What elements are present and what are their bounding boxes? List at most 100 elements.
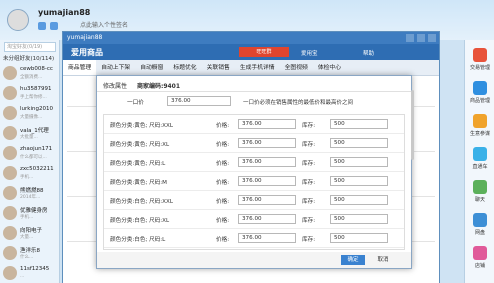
signature[interactable]: 点此输入个性签名 [80,20,128,29]
status-icons [38,22,58,30]
app-label: 聊天 [474,197,485,203]
stock-label: 库存: [302,199,316,205]
sku-stock-input[interactable]: 500 [330,119,388,129]
app-label: 网盘 [474,230,485,236]
contact-status: 大量摄像... [20,115,43,120]
status-icon[interactable] [38,22,46,30]
app-label: 生意参谋 [469,131,490,137]
tab-window[interactable]: 自动橱窗 [135,60,168,75]
app-label: 交易管理 [469,65,490,71]
mail-icon[interactable] [50,22,58,30]
help-link[interactable]: 帮助 [363,49,374,57]
contact-avatar [3,66,17,80]
tab-auto-listing[interactable]: 自动上下架 [96,60,135,75]
contact-avatar [3,126,17,140]
minimize-button[interactable] [406,34,414,42]
sku-stock-input[interactable]: 500 [330,138,388,148]
merchant-code: 商家编码:9401 [136,83,181,90]
contact-name: zxc5032211 [20,166,54,172]
dialog-scrollbar[interactable] [411,90,414,160]
dock-app[interactable]: 直通车 [467,147,493,170]
dock-app[interactable]: 店铺 [467,246,493,269]
sku-price-input[interactable]: 376.00 [238,157,296,167]
group-label[interactable]: 未分组好友(10/114) [3,54,54,62]
sku-row: 颜色分类:黄色; 尺码:L 价格: 376.00 库存: 500 [104,153,404,172]
sku-price-input[interactable]: 376.00 [238,214,296,224]
contact-item[interactable]: lurking2010 大量摄像... [2,104,60,124]
uniform-price-row: 一口价 376.00 一口价必须在销售属性的最低价和最高价之间 [97,96,411,110]
promo-button[interactable]: 旺旺群 [239,47,289,57]
contact-status: 2014年... [20,195,41,200]
uniform-price-label: 一口价 [127,100,144,106]
contact-item[interactable]: cewb008-cc 全额消费... [2,64,60,84]
contact-item[interactable]: zxc5032211 手机... [2,164,60,184]
sku-price-input[interactable]: 376.00 [238,176,296,186]
ok-button[interactable]: 确定 [341,255,365,265]
sku-attr: 颜色分类:白色; 尺码:XL [110,218,170,224]
user-link[interactable]: 爱用宝 [301,49,318,57]
contact-item[interactable]: vala_1代理 大批量... [2,124,60,144]
contacts-panel: 淘宝好友(0/19) 未分组好友(10/114) cewb008-cc 全额消费.… [0,40,60,283]
tab-video[interactable]: 全图视频 [280,60,313,75]
window-title: yumajian88 [63,32,439,44]
sku-price-input[interactable]: 376.00 [238,195,296,205]
desktop: yumajian88 点此输入个性签名 淘宝好友(0/19) 未分组好友(10/… [0,0,494,283]
dock-app[interactable]: 商品管理 [467,81,493,104]
sku-stock-input[interactable]: 500 [330,233,388,243]
app-label: 店铺 [474,263,485,269]
tab-checkup[interactable]: 体检中心 [313,60,346,75]
sku-stock-input[interactable]: 500 [330,157,388,167]
cancel-button[interactable]: 取消 [371,255,395,265]
contact-name: cewb008-cc [20,66,53,72]
app-icon [473,48,487,62]
dock-app[interactable]: 聊天 [467,180,493,203]
maximize-button[interactable] [417,34,425,42]
sku-price-input[interactable]: 376.00 [238,233,296,243]
contact-item[interactable]: 11sf12345... [2,264,60,283]
app-icon [473,246,487,260]
contact-name: 11sf12345 [20,266,50,272]
sku-row: 颜色分类:黄色; 尺码:XL 价格: 376.00 库存: 500 [104,134,404,153]
contact-status: ... [20,274,25,279]
sku-stock-input[interactable]: 500 [330,176,388,186]
contact-group-header[interactable]: 淘宝好友(0/19) [4,42,56,52]
stock-label: 库存: [302,123,316,129]
tab-related-sales[interactable]: 关联销售 [202,60,235,75]
app-label: 直通车 [472,164,488,170]
contact-avatar [3,226,17,240]
contact-item[interactable]: 熊燃燃88 2014年... [2,184,60,204]
dock-app[interactable]: 生意参谋 [467,114,493,137]
sku-row: 颜色分类:黄色; 尺码:XXL 价格: 376.00 库存: 500 [104,115,404,134]
close-button[interactable] [428,34,436,42]
app-icon [473,180,487,194]
contact-item[interactable]: 渔洋乐8 什么... [2,244,60,264]
contact-name: 优雅健身房 [20,208,48,214]
app-icon [473,81,487,95]
sku-row: 颜色分类:白色; 尺码:XL 价格: 376.00 库存: 500 [104,210,404,229]
contact-name: vala_1代理 [20,128,49,134]
sku-price-input[interactable]: 376.00 [238,119,296,129]
stock-label: 库存: [302,142,316,148]
contact-item[interactable]: zhaojun171 什么都可以... [2,144,60,164]
contact-item[interactable]: 优雅健身房 手机... [2,204,60,224]
dock-app[interactable]: 交易管理 [467,48,493,71]
sku-stock-input[interactable]: 500 [330,195,388,205]
uniform-price-hint: 一口价必须在销售属性的最低价和最高价之间 [243,100,354,106]
tab-title-opt[interactable]: 标题优化 [168,60,201,75]
tab-item-manage[interactable]: 商品管理 [63,60,97,75]
contact-name: lurking2010 [20,106,53,112]
sku-price-input[interactable]: 376.00 [238,138,296,148]
user-avatar[interactable] [7,9,29,31]
uniform-price-input[interactable]: 376.00 [167,96,231,106]
contact-avatar [3,206,17,220]
contact-avatar [3,186,17,200]
dialog-header: 修改属性 商家编码:9401 [97,76,411,92]
price-label: 价格: [216,199,230,205]
contact-item[interactable]: 向阳电子 大量... [2,224,60,244]
tab-mobile-detail[interactable]: 生成手机详情 [235,60,280,75]
contact-item[interactable]: hu3587991 手上帮你修... [2,84,60,104]
dock-app[interactable]: 网盘 [467,213,493,236]
sku-attr: 颜色分类:黄色; 尺码:M [110,180,168,186]
contact-avatar [3,246,17,260]
sku-stock-input[interactable]: 500 [330,214,388,224]
